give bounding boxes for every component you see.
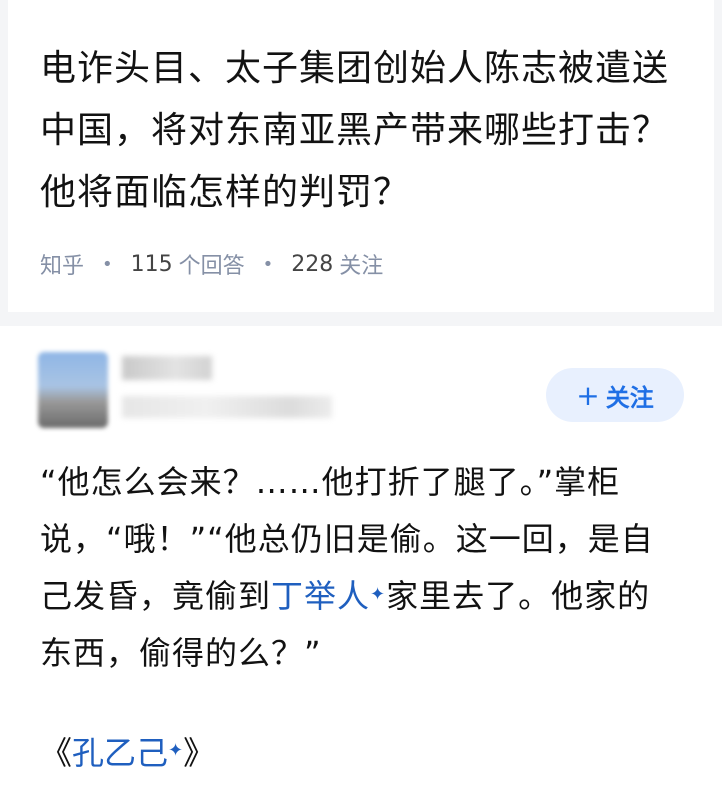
avatar[interactable] (38, 352, 108, 428)
person-link[interactable]: 丁举人✦ (271, 577, 386, 615)
author-name[interactable] (122, 356, 212, 380)
book-link[interactable]: 孔乙己✦ (72, 734, 183, 772)
answer-card: + 关注 “他怎么会来？……他打折了腿了。”掌柜说，“哦！”“他总仍旧是偷。这一… (0, 326, 722, 800)
book-bracket-open: 《 (40, 734, 73, 772)
separator-dot: • (102, 253, 113, 275)
followers-count: 228 (291, 251, 334, 277)
source-label: 知乎 (40, 254, 85, 279)
book-link-label: 孔乙己 (72, 734, 169, 772)
question-title[interactable]: 电诈头目、太子集团创始人陈志被遣送中国，将对东南亚黑产带来哪些打击？他将面临怎样… (40, 38, 686, 224)
plus-icon: + (576, 378, 600, 412)
person-link-label: 丁举人 (271, 577, 371, 615)
followers-label: 关注 (339, 254, 384, 279)
spark-icon: ✦ (168, 740, 184, 761)
question-meta: 知乎 • 115 个回答 • 228 关注 (40, 248, 383, 280)
book-bracket-close: 》 (183, 734, 216, 772)
book-reference: 《孔乙己✦》 (40, 728, 215, 778)
answers-label: 个回答 (178, 254, 245, 279)
answers-count: 115 (130, 251, 173, 277)
answer-body: “他怎么会来？……他打折了腿了。”掌柜说，“哦！”“他总仍旧是偷。这一回，是自己… (40, 454, 680, 682)
follow-button-label: 关注 (605, 383, 654, 412)
follow-button[interactable]: + 关注 (546, 368, 684, 422)
author-bio (122, 396, 332, 418)
author-row: + 关注 (0, 326, 722, 436)
separator-dot: • (262, 253, 274, 275)
spark-icon: ✦ (370, 584, 387, 605)
question-card[interactable]: 电诈头目、太子集团创始人陈志被遣送中国，将对东南亚黑产带来哪些打击？他将面临怎样… (8, 0, 714, 312)
